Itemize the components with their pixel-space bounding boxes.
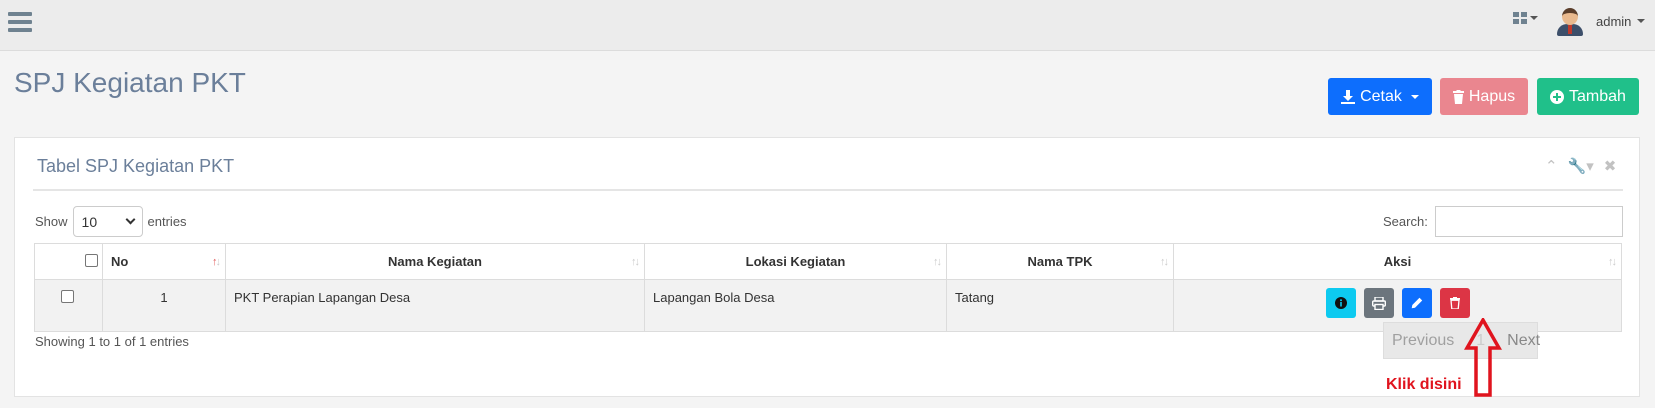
search-label: Search: [1383, 214, 1428, 229]
avatar [1556, 6, 1584, 36]
entries-select[interactable]: 10 [72, 206, 143, 237]
column-header-nama-tpk[interactable]: Nama TPK ↑↓ [946, 243, 1174, 280]
menu-icon[interactable] [8, 12, 32, 34]
search-input[interactable] [1434, 206, 1623, 237]
trash-icon [1452, 89, 1464, 104]
cell-no: 1 [102, 279, 226, 332]
close-icon[interactable]: ✖ [1604, 157, 1617, 175]
cell-nama-kegiatan: PKT Perapian Lapangan Desa [225, 279, 645, 332]
page-title: SPJ Kegiatan PKT [14, 67, 246, 98]
caret-down-icon [1637, 19, 1646, 23]
caret-down-icon [1530, 16, 1538, 20]
edit-button[interactable] [1401, 288, 1432, 318]
select-all-header [34, 243, 103, 280]
hapus-button[interactable]: Hapus [1440, 78, 1528, 115]
tambah-label: Tambah [1569, 87, 1626, 105]
caret-down-icon [1410, 94, 1419, 99]
chevron-up-icon[interactable]: ⌃ [1545, 157, 1558, 175]
tambah-button[interactable]: Tambah [1537, 78, 1639, 115]
row-select-cell [34, 279, 103, 332]
column-header-lokasi-kegiatan[interactable]: Lokasi Kegiatan ↑↓ [644, 243, 947, 280]
print-button[interactable] [1363, 288, 1394, 318]
pagination: Previous 1 Next [1383, 322, 1540, 359]
trash-icon [1449, 297, 1460, 309]
previous-button[interactable]: Previous [1392, 332, 1454, 350]
panel-tools: ⌃ 🔧▾ ✖ [1545, 157, 1616, 175]
detail-button[interactable] [1325, 288, 1356, 318]
row-checkbox[interactable] [61, 290, 74, 303]
sort-icon: ↑↓ [212, 256, 221, 268]
sort-icon: ↑↓ [933, 256, 942, 268]
wrench-icon[interactable]: 🔧▾ [1568, 157, 1594, 175]
search-control: Search: [1383, 206, 1623, 237]
sort-icon: ↑↓ [631, 256, 640, 268]
column-header-no[interactable]: No ↑↓ [102, 243, 226, 280]
panel-title: Tabel SPJ Kegiatan PKT [37, 156, 235, 176]
cell-nama-tpk: Tatang [946, 279, 1174, 332]
data-table: No ↑↓ Nama Kegiatan ↑↓ Lokasi Kegiatan ↑… [34, 243, 1622, 332]
sort-icon: ↑↓ [1608, 256, 1617, 268]
hapus-label: Hapus [1468, 87, 1516, 105]
grid-icon [1513, 12, 1527, 24]
apps-dropdown[interactable] [1513, 12, 1538, 24]
annotation-text: Klik disini [1386, 376, 1462, 393]
cell-lokasi: Lapangan Bola Desa [644, 279, 947, 332]
annotation-arrow [1464, 318, 1502, 397]
print-icon [1371, 296, 1386, 310]
cetak-label: Cetak [1360, 87, 1402, 105]
select-all-checkbox[interactable] [85, 253, 98, 267]
user-menu[interactable]: admin [1556, 6, 1646, 36]
show-label: Show [35, 214, 68, 229]
cetak-button[interactable]: Cetak [1328, 78, 1432, 115]
plus-circle-icon [1550, 89, 1565, 104]
entries-label: entries [147, 214, 187, 229]
next-button[interactable]: Next [1507, 332, 1540, 350]
column-header-aksi[interactable]: Aksi ↑↓ [1173, 243, 1622, 280]
top-navbar: admin [0, 0, 1655, 51]
download-icon [1341, 89, 1356, 104]
info-icon [1334, 297, 1347, 309]
user-name: admin [1596, 13, 1632, 29]
delete-button[interactable] [1439, 288, 1470, 318]
table-panel: Tabel SPJ Kegiatan PKT ⌃ 🔧▾ ✖ Show 10 en… [14, 137, 1640, 397]
entries-value: 10 [81, 213, 98, 230]
divider [33, 189, 1623, 191]
table-info: Showing 1 to 1 of 1 entries [35, 334, 189, 349]
action-buttons [1174, 288, 1621, 318]
length-control: Show 10 entries [35, 206, 187, 237]
chevron-down-icon [125, 214, 135, 225]
table-header-row: No ↑↓ Nama Kegiatan ↑↓ Lokasi Kegiatan ↑… [34, 243, 1622, 280]
column-header-nama-kegiatan[interactable]: Nama Kegiatan ↑↓ [225, 243, 645, 280]
edit-icon [1411, 297, 1422, 309]
sort-icon: ↑↓ [1160, 256, 1169, 268]
